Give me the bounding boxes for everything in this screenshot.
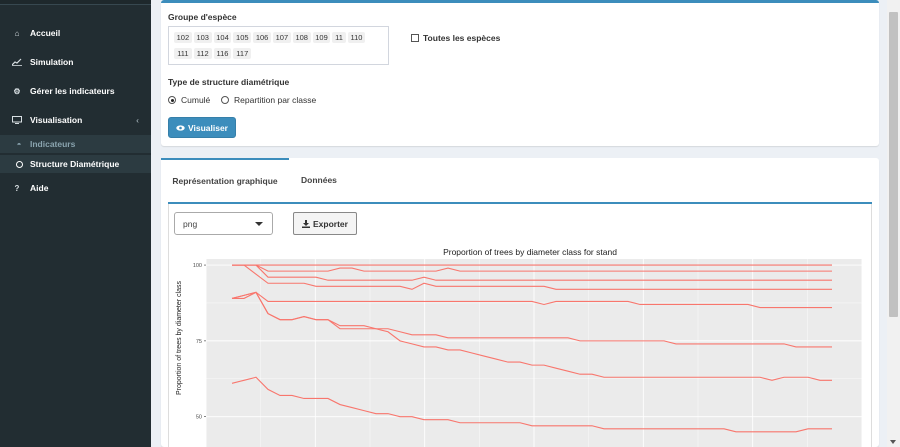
sidebar-item-label: Simulation (30, 57, 74, 67)
sidebar-item-label: Gérer les indicateurs (30, 86, 115, 96)
export-button-label: Exporter (313, 218, 348, 229)
radio-cumulative-label: Cumulé (181, 95, 211, 105)
sidebar-item-label: Accueil (30, 28, 61, 38)
radio-by-class[interactable] (221, 96, 229, 104)
dashboard-icon: ◓ (16, 139, 22, 149)
species-chip[interactable]: 11 (332, 32, 346, 43)
sidebar-subitem-structure-diametrique[interactable]: Structure Diamétrique (0, 155, 151, 173)
tab-representation-graphique[interactable]: Représentation graphique (161, 158, 289, 202)
radio-by-class-label: Repartition par classe (234, 95, 317, 105)
eye-icon (176, 124, 185, 131)
format-select[interactable]: png (174, 212, 273, 235)
structure-type-label: Type de structure diamétrique (168, 77, 290, 87)
species-chip[interactable]: 112 (193, 48, 212, 59)
species-chip[interactable]: 104 (213, 32, 232, 43)
species-chip[interactable]: 109 (312, 32, 331, 43)
species-chip[interactable]: 108 (292, 32, 311, 43)
all-species-label: Toutes les espèces (423, 33, 501, 43)
chart-y-axis-label: Proportion of trees by diameter class (176, 281, 183, 395)
scroll-down-icon[interactable] (890, 440, 896, 444)
caret-down-icon (255, 222, 263, 226)
species-group-label: Groupe d'espèce (168, 12, 237, 22)
species-chip[interactable]: 117 (233, 48, 252, 59)
sidebar-item-simulation[interactable]: Simulation (0, 51, 151, 73)
monitor-icon (10, 116, 24, 124)
circle-icon (12, 160, 26, 168)
sidebar-item-visualisation[interactable]: Visualisation ‹ (0, 109, 151, 131)
all-species-checkbox[interactable] (411, 34, 419, 42)
scrollbar-thumb[interactable] (889, 12, 898, 317)
export-button[interactable]: Exporter (293, 212, 357, 235)
species-chip[interactable]: 106 (253, 32, 271, 43)
species-chip[interactable]: 102 (174, 32, 192, 43)
sidebar-item-label: Visualisation (30, 115, 83, 125)
species-chip[interactable]: 107 (273, 32, 291, 43)
sidebar-item-aide[interactable]: ? Aide (0, 177, 151, 199)
species-chip[interactable]: 116 (213, 48, 232, 59)
chevron-left-icon: ‹ (136, 115, 139, 125)
visualize-button[interactable]: Visualiser (168, 117, 236, 138)
tab-label: Données (301, 175, 337, 185)
species-chip[interactable]: 105 (233, 32, 252, 43)
species-chip[interactable]: 103 (193, 32, 212, 43)
sidebar-top-border (0, 0, 151, 5)
species-chip[interactable]: 110 (347, 32, 366, 43)
line-chart-icon (10, 58, 24, 66)
question-icon: ? (14, 183, 20, 193)
sidebar-item-label: Aide (30, 183, 49, 193)
home-icon: ⌂ (14, 28, 20, 38)
species-chip[interactable]: 111 (174, 48, 192, 59)
format-select-value: png (183, 218, 198, 229)
chart-y-tick-label: 50 (196, 415, 202, 421)
sidebar-item-accueil[interactable]: ⌂ Accueil (0, 22, 151, 44)
sidebar-subitem-indicateurs[interactable]: ◓ Indicateurs (0, 135, 151, 153)
gear-icon: ⚙ (13, 86, 21, 96)
chart-y-tick-label: 75 (196, 339, 202, 345)
tab-donnees[interactable]: Données (301, 158, 337, 202)
chart: 100 75 50 (193, 259, 863, 447)
sidebar-item-gerer-indicateurs[interactable]: ⚙ Gérer les indicateurs (0, 80, 151, 102)
tab-label: Représentation graphique (172, 176, 278, 186)
chart-y-tick-label: 100 (193, 263, 202, 269)
filter-box (161, 0, 879, 146)
download-icon (302, 219, 311, 228)
radio-cumulative[interactable] (168, 96, 176, 104)
visualize-button-label: Visualiser (187, 122, 228, 133)
sidebar-subitem-label: Structure Diamétrique (30, 159, 120, 169)
sidebar-subitem-label: Indicateurs (30, 139, 76, 149)
